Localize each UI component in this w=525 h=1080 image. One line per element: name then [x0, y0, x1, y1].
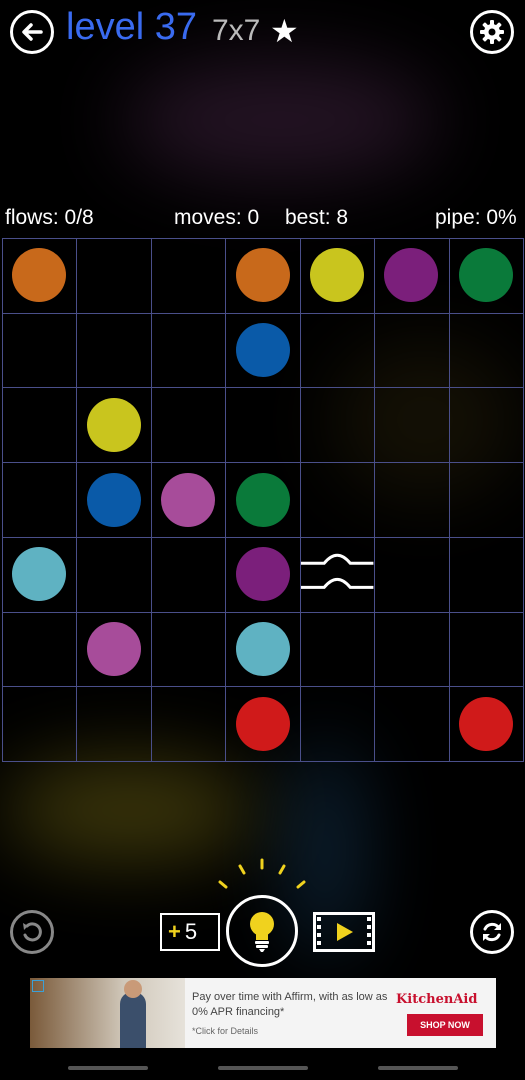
board-cell[interactable]: [374, 312, 450, 389]
ad-banner[interactable]: Pay over time with Affirm, with as low a…: [30, 978, 496, 1048]
level-title: level 37: [66, 6, 197, 48]
back-button[interactable]: [10, 10, 54, 54]
hint-count: 5: [184, 919, 198, 944]
background-glow: [120, 60, 440, 180]
flow-dot-yellow[interactable]: [86, 397, 141, 452]
board-cell[interactable]: [299, 462, 376, 538]
flow-dot-pink[interactable]: [161, 472, 216, 527]
board-cell[interactable]: [76, 238, 152, 314]
flow-dot-blue[interactable]: [235, 323, 290, 378]
bridge-icon: [300, 553, 374, 589]
board-cell[interactable]: [374, 387, 450, 464]
board-cell[interactable]: [448, 536, 524, 613]
board-cell[interactable]: [150, 611, 227, 688]
flow-dot-orange[interactable]: [235, 248, 290, 303]
board-cell[interactable]: [150, 238, 227, 314]
header: level 37 7x7 ★: [0, 0, 525, 70]
flow-dot-purple[interactable]: [235, 547, 290, 602]
undo-icon: [23, 922, 42, 942]
board-cell[interactable]: [150, 387, 227, 464]
flow-dot-pink[interactable]: [86, 621, 141, 676]
board-cell[interactable]: [2, 686, 78, 762]
flow-dot-blue[interactable]: [86, 472, 141, 527]
board-cell[interactable]: [299, 686, 376, 762]
settings-button[interactable]: [470, 10, 514, 54]
gear-icon: [480, 20, 504, 44]
lightbulb-icon: [250, 912, 274, 952]
game-board[interactable]: [2, 238, 524, 762]
board-cell[interactable]: [448, 611, 524, 688]
board-cell[interactable]: [448, 312, 524, 389]
hint-plus: +: [168, 919, 181, 944]
ad-brand-logo: KitchenAid: [396, 992, 478, 1007]
pipe-percentage: pipe: 0%: [435, 206, 517, 229]
flows-counter: flows: 0/8: [5, 206, 94, 229]
board-cell[interactable]: [150, 312, 227, 389]
board-cell[interactable]: [374, 686, 450, 762]
board-cell[interactable]: [374, 611, 450, 688]
hint-count-box[interactable]: + 5: [160, 913, 220, 951]
board-cell[interactable]: [225, 387, 301, 464]
video-play-icon: [313, 912, 375, 952]
board-cell[interactable]: [150, 536, 227, 613]
ad-text: Pay over time with Affirm, with as low a…: [192, 991, 388, 1018]
board-cell[interactable]: [2, 611, 78, 688]
nav-bar-segment: [218, 1066, 308, 1070]
flow-dot-green[interactable]: [458, 248, 513, 303]
hint-button[interactable]: [226, 895, 298, 967]
nav-bar-segment: [378, 1066, 458, 1070]
board-cell[interactable]: [76, 312, 152, 389]
ad-disclaimer: *Click for Details: [192, 1026, 259, 1036]
board-cell[interactable]: [299, 611, 376, 688]
flow-dot-green[interactable]: [235, 472, 290, 527]
nav-bar-segment: [68, 1066, 148, 1070]
watch-video-button[interactable]: [313, 912, 375, 952]
hint-rays-icon: [218, 858, 306, 889]
flow-dot-red[interactable]: [458, 696, 513, 751]
board-cell[interactable]: [299, 312, 376, 389]
background-glow: [0, 760, 260, 860]
ad-head: [124, 980, 142, 998]
board-cell[interactable]: [2, 312, 78, 389]
board-cell[interactable]: [299, 387, 376, 464]
board-cell[interactable]: [448, 462, 524, 538]
flow-dot-cyan[interactable]: [235, 621, 290, 676]
flow-dot-yellow[interactable]: [309, 248, 364, 303]
restart-button[interactable]: [470, 910, 514, 954]
board-cell[interactable]: [374, 536, 450, 613]
board-cell[interactable]: [2, 387, 78, 464]
ad-image: [30, 978, 185, 1048]
ad-person: [120, 992, 146, 1048]
flow-dot-red[interactable]: [235, 696, 290, 751]
board-size: 7x7: [212, 14, 261, 47]
ad-choices-icon[interactable]: [32, 980, 44, 992]
board-cell[interactable]: [76, 686, 152, 762]
board-cell[interactable]: [448, 387, 524, 464]
board-cell[interactable]: [2, 462, 78, 538]
undo-button[interactable]: [10, 910, 54, 954]
board-cell[interactable]: [374, 462, 450, 538]
restart-icon: [483, 922, 501, 942]
star-icon: ★: [270, 13, 299, 49]
best-counter: best: 8: [285, 206, 349, 229]
board-cell[interactable]: [150, 686, 227, 762]
board-cell[interactable]: [76, 536, 152, 613]
moves-counter: moves: 0: [174, 206, 260, 229]
back-arrow-icon: [22, 23, 43, 41]
shop-now-button[interactable]: SHOP NOW: [407, 1014, 483, 1036]
